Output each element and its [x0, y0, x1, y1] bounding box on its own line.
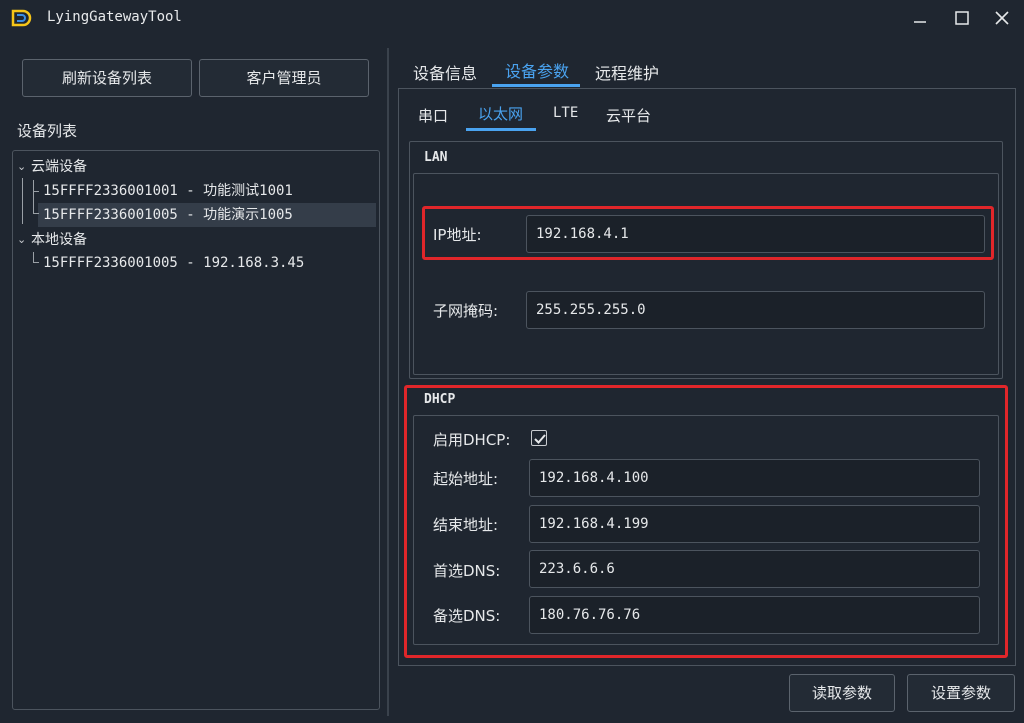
ip-address-label: IP地址:: [433, 226, 482, 244]
dhcp-group-title: DHCP: [424, 392, 456, 407]
subtab-serial[interactable]: 串口: [418, 105, 448, 126]
minimize-button[interactable]: [900, 4, 940, 32]
tree-node-cloud-devices[interactable]: 云端设备: [31, 156, 87, 179]
lan-group: [413, 173, 999, 375]
tree-connector: [33, 252, 34, 262]
secondary-dns-label: 备选DNS:: [433, 607, 501, 625]
set-params-button[interactable]: 设置参数: [907, 674, 1015, 712]
lan-group-title: LAN: [424, 150, 448, 165]
checkmark-icon: [534, 434, 546, 444]
device-list-label: 设备列表: [17, 122, 78, 140]
splitter[interactable]: [387, 48, 389, 716]
close-icon: [995, 11, 1009, 25]
active-tab-indicator: [492, 84, 580, 87]
end-address-label: 结束地址:: [433, 516, 499, 534]
tab-remote-maintenance[interactable]: 远程维护: [595, 60, 659, 84]
refresh-device-list-button[interactable]: 刷新设备列表: [22, 59, 192, 97]
enable-dhcp-checkbox[interactable]: [531, 430, 547, 446]
minimize-icon: [914, 21, 926, 23]
tree-connector: [33, 213, 39, 214]
secondary-dns-input[interactable]: 180.76.76.76: [529, 596, 980, 634]
chevron-down-icon[interactable]: ⌄: [17, 233, 26, 246]
app-logo-icon: [10, 7, 32, 29]
tree-item-device[interactable]: 15FFFF2336001001 - 功能测试1001: [43, 180, 293, 203]
subnet-mask-label: 子网掩码:: [433, 302, 499, 320]
start-address-input[interactable]: 192.168.4.100: [529, 459, 980, 497]
subnet-mask-input[interactable]: 255.255.255.0: [526, 291, 985, 329]
ip-address-input[interactable]: 192.168.4.1: [526, 215, 985, 253]
tree-connector: [33, 180, 34, 213]
close-button[interactable]: [982, 4, 1022, 32]
tree-connector: [33, 262, 39, 263]
tree-item-device[interactable]: 15FFFF2336001005 - 192.168.3.45: [43, 252, 304, 275]
subtab-ethernet[interactable]: 以太网: [478, 103, 523, 124]
subtab-lte[interactable]: LTE: [553, 105, 578, 121]
tab-device-params[interactable]: 设备参数: [505, 58, 569, 82]
maximize-button[interactable]: [942, 4, 982, 32]
start-address-label: 起始地址:: [433, 470, 499, 488]
read-params-button[interactable]: 读取参数: [789, 674, 895, 712]
title-bar: LyingGatewayTool: [0, 0, 1024, 36]
tree-connector: [22, 178, 23, 224]
customer-admin-button[interactable]: 客户管理员: [199, 59, 369, 97]
tree-item-device-selected[interactable]: 15FFFF2336001005 - 功能演示1005: [43, 204, 293, 227]
chevron-down-icon[interactable]: ⌄: [17, 160, 26, 173]
primary-dns-label: 首选DNS:: [433, 562, 501, 580]
subtab-cloud-platform[interactable]: 云平台: [606, 105, 651, 126]
window-title: LyingGatewayTool: [47, 9, 182, 25]
tree-node-local-devices[interactable]: 本地设备: [31, 229, 87, 252]
maximize-icon: [955, 11, 969, 25]
active-subtab-indicator: [466, 128, 536, 131]
tree-connector: [33, 191, 39, 192]
enable-dhcp-label: 启用DHCP:: [433, 431, 511, 449]
tab-device-info[interactable]: 设备信息: [413, 60, 477, 84]
end-address-input[interactable]: 192.168.4.199: [529, 505, 980, 543]
primary-dns-input[interactable]: 223.6.6.6: [529, 550, 980, 588]
